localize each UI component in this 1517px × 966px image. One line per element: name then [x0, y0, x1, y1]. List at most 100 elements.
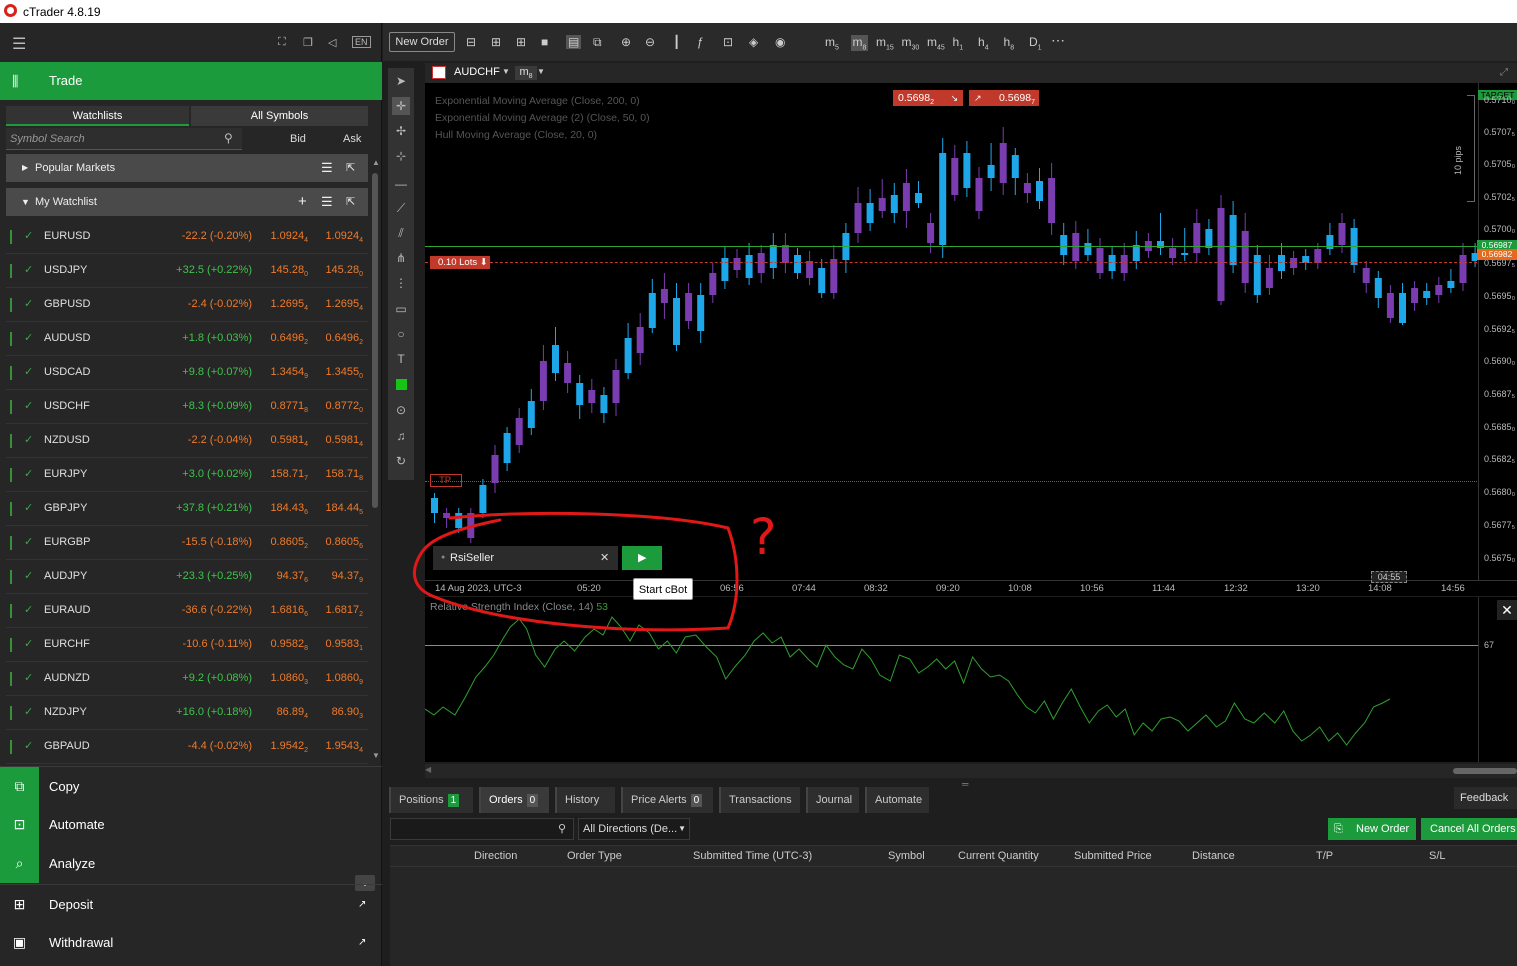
check-icon[interactable]: ✓: [24, 390, 33, 423]
bid-price[interactable]: 1.34549: [270, 356, 308, 393]
channel-icon[interactable]: ⫽: [392, 224, 410, 242]
bid-price[interactable]: 145.280: [270, 254, 308, 291]
scroll-down-icon[interactable]: ▼: [372, 751, 380, 760]
tab-history[interactable]: History: [555, 787, 615, 813]
sound-icon[interactable]: ◁: [328, 36, 336, 49]
check-icon[interactable]: ✓: [24, 322, 33, 355]
tab-transactions[interactable]: Transactions: [719, 787, 800, 813]
watchlist-row[interactable]: ✓ NZDUSD -2.2 (-0.04%) 0.59814 0.59814: [6, 424, 368, 458]
chevron-down-icon[interactable]: ▼: [502, 67, 510, 76]
check-icon[interactable]: ✓: [24, 492, 33, 525]
check-icon[interactable]: ✓: [24, 594, 33, 627]
watchlist-row[interactable]: ✓ GBPUSD -2.4 (-0.02%) 1.26954 1.26954: [6, 288, 368, 322]
bid-price[interactable]: 158.717: [270, 458, 308, 495]
ask-price[interactable]: 1.34550: [325, 356, 363, 393]
bid-price[interactable]: 1.95422: [270, 730, 308, 767]
symbol-search-input[interactable]: Symbol Search: [6, 128, 242, 150]
cbot-icon[interactable]: ⊡: [723, 35, 733, 49]
nav-analyze[interactable]: ⌕ Analyze: [0, 844, 382, 883]
symbol-selector[interactable]: AUDCHF: [454, 66, 500, 78]
ask-price[interactable]: 0.87720: [325, 390, 363, 427]
timeframe-h1[interactable]: h1: [953, 35, 964, 51]
check-icon[interactable]: ✓: [24, 424, 33, 457]
add-symbol-icon[interactable]: +: [298, 188, 307, 216]
check-icon[interactable]: ✓: [24, 526, 33, 559]
column-header[interactable]: Direction: [474, 850, 517, 862]
ask-price[interactable]: 1.09244: [325, 220, 363, 257]
cursor-icon[interactable]: ➤: [392, 72, 410, 90]
chart-trading-icon[interactable]: ⊟: [466, 35, 476, 49]
bid-price[interactable]: 0.64962: [270, 322, 308, 359]
layers-icon[interactable]: ◈: [749, 35, 758, 49]
column-header[interactable]: Order Type: [567, 850, 622, 862]
ask-price[interactable]: 0.59814: [325, 424, 363, 461]
ask-price[interactable]: 184.445: [325, 492, 363, 529]
ellipse-icon[interactable]: ○: [392, 325, 410, 343]
more-icon[interactable]: ⋯: [1051, 32, 1065, 49]
search-icon[interactable]: ⚲: [224, 131, 233, 145]
bid-price[interactable]: 0.87718: [270, 390, 308, 427]
maximize-icon[interactable]: ⤢: [1500, 67, 1508, 78]
chart-settings-icon[interactable]: ⧉: [593, 35, 602, 50]
watchlist-scrollbar[interactable]: [372, 173, 378, 508]
nav-withdrawal[interactable]: ▣ Withdrawal ↗: [0, 923, 382, 962]
watchlist-row[interactable]: ✓ EURJPY +3.0 (+0.02%) 158.717 158.718: [6, 458, 368, 492]
hscroll-thumb[interactable]: [1453, 768, 1517, 774]
timeframe-h8[interactable]: h8: [1004, 35, 1015, 51]
text-icon[interactable]: T: [392, 350, 410, 368]
watchlist-row[interactable]: ✓ AUDUSD +1.8 (+0.03%) 0.64962 0.64962: [6, 322, 368, 356]
timeframe-selector[interactable]: m8: [515, 66, 537, 80]
search-icon[interactable]: ⚲: [558, 822, 566, 835]
ask-price[interactable]: 0.64962: [325, 322, 363, 359]
close-rsi-button[interactable]: ✕: [1497, 600, 1517, 620]
check-icon[interactable]: ✓: [24, 560, 33, 593]
column-header[interactable]: Submitted Price: [1074, 850, 1152, 862]
bid-price[interactable]: 0.95828: [270, 628, 308, 665]
nav-copy[interactable]: ⧉ Copy: [0, 766, 382, 806]
bid-price[interactable]: 94.376: [277, 560, 308, 597]
zoom-out-icon[interactable]: ⊖: [645, 35, 655, 49]
language-button[interactable]: EN: [352, 36, 371, 48]
camera-icon[interactable]: ⊙: [392, 401, 410, 419]
ask-price[interactable]: 1.08609: [325, 662, 363, 699]
tp-label[interactable]: TP: [430, 474, 462, 487]
ask-price[interactable]: 1.26954: [325, 288, 363, 325]
timeframe-D1[interactable]: D1: [1029, 35, 1042, 51]
pitchfork-icon[interactable]: ⋔: [392, 249, 410, 267]
popular-markets-group[interactable]: ▶ Popular Markets ☰ ⇱: [6, 154, 368, 182]
horizontal-line-icon[interactable]: —: [392, 175, 410, 193]
column-header[interactable]: Distance: [1192, 850, 1235, 862]
hamburger-menu-icon[interactable]: ☰: [12, 34, 26, 54]
alert-bell-icon[interactable]: ♫: [392, 427, 410, 445]
tab-watchlists[interactable]: Watchlists: [6, 106, 189, 126]
trade-header[interactable]: ⫼ Trade: [0, 62, 382, 100]
watchlist-row[interactable]: ✓ AUDNZD +9.2 (+0.08%) 1.08603 1.08609: [6, 662, 368, 696]
tab-journal[interactable]: Journal: [806, 787, 859, 813]
bid-price[interactable]: 86.894: [277, 696, 308, 733]
zoom-in-icon[interactable]: ⊕: [621, 35, 631, 49]
check-icon[interactable]: ✓: [24, 288, 33, 321]
scroll-left-icon[interactable]: ◀: [425, 765, 431, 774]
check-icon[interactable]: ✓: [24, 730, 33, 763]
watchlist-row[interactable]: ✓ NZDJPY +16.0 (+0.18%) 86.894 86.903: [6, 696, 368, 730]
timeframe-h4[interactable]: h4: [978, 35, 989, 51]
chart-hscroll[interactable]: ◀: [425, 764, 1517, 778]
bottom-new-order-button[interactable]: ⎘ New Order: [1328, 818, 1416, 840]
timeframe-m30[interactable]: m30: [902, 35, 920, 51]
check-icon[interactable]: ✓: [24, 220, 33, 253]
timeframe-m8[interactable]: m8: [850, 35, 869, 52]
rectangle-icon[interactable]: ▭: [392, 300, 410, 318]
watchlist-row[interactable]: ✓ EURUSD -22.2 (-0.20%) 1.09244 1.09244: [6, 220, 368, 254]
eye-icon[interactable]: ◉: [775, 35, 785, 49]
new-order-button[interactable]: New Order: [389, 32, 455, 52]
bid-price[interactable]: 1.08603: [270, 662, 308, 699]
indicators-icon[interactable]: ƒ: [697, 35, 704, 49]
fullscreen-icon[interactable]: ⛶: [278, 36, 286, 49]
tab-automate[interactable]: Automate: [865, 787, 929, 813]
popout-icon[interactable]: ⇱: [346, 154, 355, 182]
watchlist-row[interactable]: ✓ AUDJPY +23.3 (+0.25%) 94.376 94.379: [6, 560, 368, 594]
ask-price[interactable]: 0.95831: [325, 628, 363, 665]
watchlist-row[interactable]: ✓ GBPAUD -4.4 (-0.02%) 1.95422 1.95434: [6, 730, 368, 764]
bid-price[interactable]: 0.86052: [270, 526, 308, 563]
orders-search-input[interactable]: ⚲: [390, 818, 574, 840]
